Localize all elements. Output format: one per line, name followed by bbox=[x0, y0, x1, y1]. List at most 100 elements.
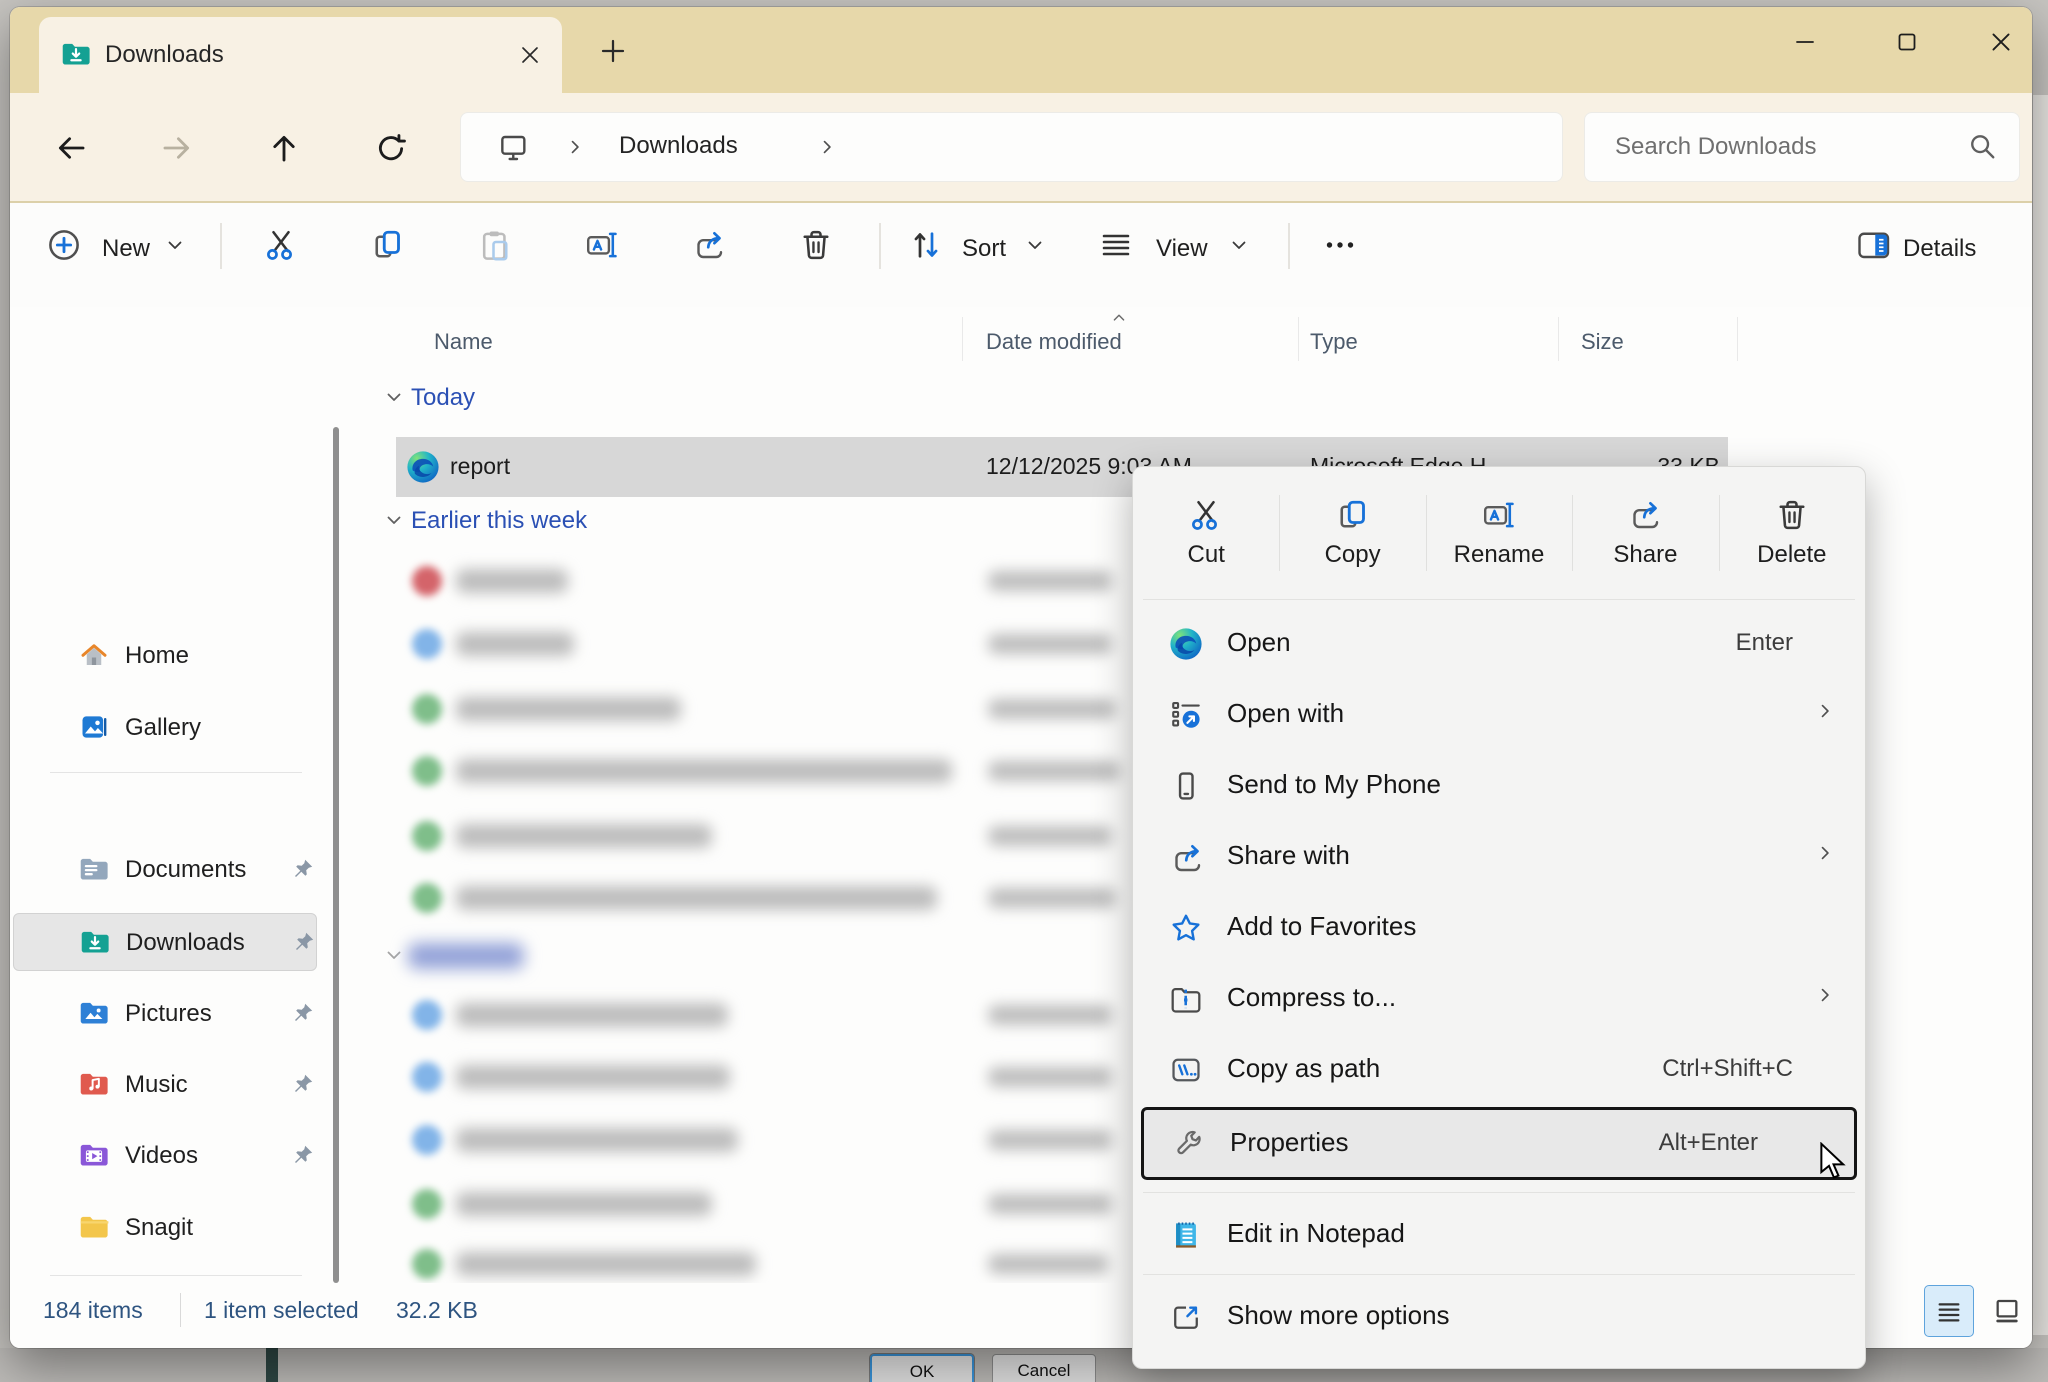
tab-close-icon[interactable] bbox=[514, 39, 546, 71]
group-collapse-chevron-icon[interactable] bbox=[382, 943, 406, 967]
view-button-icon[interactable] bbox=[1092, 221, 1140, 269]
sidebar-item-videos[interactable]: Videos bbox=[13, 1127, 317, 1185]
menu-item-copy-as-path[interactable]: Copy as path Ctrl+Shift+C bbox=[1133, 1034, 1865, 1105]
file-date-blurred bbox=[988, 699, 1116, 719]
sidebar-item-pictures[interactable]: Pictures bbox=[13, 985, 317, 1043]
menu-item-share-with[interactable]: Share with bbox=[1133, 821, 1865, 892]
delete-button[interactable] bbox=[792, 221, 840, 269]
refresh-button[interactable] bbox=[368, 125, 414, 171]
search-icon[interactable] bbox=[1967, 131, 1997, 161]
column-separator[interactable] bbox=[1298, 317, 1299, 361]
up-button[interactable] bbox=[261, 125, 307, 171]
menu-item-show-more-options[interactable]: Show more options bbox=[1133, 1281, 1865, 1352]
minimize-button[interactable] bbox=[1776, 21, 1834, 63]
column-header-date-modified[interactable]: Date modified bbox=[986, 329, 1122, 355]
sidebar-item-music[interactable]: Music bbox=[13, 1056, 317, 1114]
file-date-blurred bbox=[988, 1130, 1112, 1150]
sidebar-item-documents[interactable]: Documents bbox=[13, 841, 317, 899]
sidebar-item-label: Gallery bbox=[125, 714, 201, 742]
group-collapse-chevron-icon[interactable] bbox=[382, 385, 406, 409]
this-pc-icon[interactable] bbox=[497, 131, 529, 163]
menu-item-properties[interactable]: PropertiesAlt+Enter bbox=[1141, 1107, 1857, 1180]
sort-button[interactable]: Sort bbox=[962, 235, 1006, 263]
sort-dropdown-chevron-icon[interactable] bbox=[1018, 221, 1052, 269]
sidebar-item-home[interactable]: Home bbox=[13, 627, 317, 685]
scrollbar[interactable] bbox=[333, 427, 339, 1283]
address-bar[interactable]: Downloads bbox=[460, 112, 1563, 182]
cancel-button[interactable]: Cancel bbox=[992, 1354, 1096, 1382]
menu-quick-delete[interactable]: Delete bbox=[1719, 467, 1865, 599]
column-header-name[interactable]: Name bbox=[434, 329, 493, 355]
menu-item-send-to-my-phone[interactable]: Send to My Phone bbox=[1133, 750, 1865, 821]
share-button[interactable] bbox=[685, 221, 733, 269]
back-button[interactable] bbox=[48, 125, 94, 171]
group-header-last-week[interactable] bbox=[408, 943, 524, 969]
group-header-today[interactable]: Today bbox=[411, 384, 475, 412]
column-header-type[interactable]: Type bbox=[1310, 329, 1358, 355]
menu-item-shortcut: Ctrl+Shift+C bbox=[1662, 1055, 1793, 1083]
column-separator[interactable] bbox=[1737, 317, 1738, 361]
share-icon bbox=[1169, 840, 1205, 876]
sort-button-icon[interactable] bbox=[902, 221, 950, 269]
breadcrumb-chevron-icon[interactable] bbox=[565, 137, 585, 157]
menu-quick-label: Rename bbox=[1454, 541, 1545, 569]
details-pane-button[interactable]: Details bbox=[1903, 235, 1976, 263]
column-header-size[interactable]: Size bbox=[1581, 329, 1624, 355]
large-thumbnails-view-toggle[interactable] bbox=[1982, 1285, 2032, 1337]
menu-quick-rename[interactable]: Rename bbox=[1426, 467, 1572, 599]
rename-button[interactable] bbox=[578, 221, 626, 269]
search-input[interactable] bbox=[1613, 127, 1947, 167]
group-collapse-chevron-icon[interactable] bbox=[382, 508, 406, 532]
details-view-toggle[interactable] bbox=[1924, 1285, 1974, 1337]
new-tab-button[interactable] bbox=[595, 33, 631, 69]
menu-item-open-with[interactable]: Open with bbox=[1133, 679, 1865, 750]
copy-path-icon bbox=[1169, 1053, 1203, 1087]
sidebar-item-gallery[interactable]: Gallery bbox=[13, 699, 317, 757]
folder-pictures-icon bbox=[79, 998, 109, 1028]
sidebar-item-snagit[interactable]: Snagit bbox=[13, 1199, 317, 1257]
view-button[interactable]: View bbox=[1156, 235, 1208, 263]
new-dropdown-chevron-icon[interactable] bbox=[158, 221, 192, 269]
file-icon-blurred bbox=[412, 629, 442, 659]
pin-icon bbox=[291, 857, 315, 881]
menu-item-compress-to-[interactable]: Compress to... bbox=[1133, 963, 1865, 1034]
sidebar-item-downloads[interactable]: Downloads bbox=[13, 913, 317, 971]
menu-item-edit-in-notepad[interactable]: Edit in Notepad bbox=[1133, 1199, 1865, 1270]
maximize-button[interactable] bbox=[1878, 21, 1936, 63]
ok-button[interactable]: OK bbox=[870, 1354, 974, 1382]
menu-quick-share[interactable]: Share bbox=[1572, 467, 1718, 599]
see-more-button[interactable] bbox=[1316, 221, 1364, 269]
menu-item-label: Copy as path bbox=[1227, 1053, 1380, 1084]
menu-item-label: Share with bbox=[1227, 840, 1350, 871]
paste-button[interactable] bbox=[471, 221, 519, 269]
new-button-icon[interactable] bbox=[40, 221, 88, 269]
breadcrumb-chevron-icon[interactable] bbox=[817, 137, 837, 157]
cut-button[interactable] bbox=[257, 221, 305, 269]
breadcrumb-downloads[interactable]: Downloads bbox=[619, 132, 738, 160]
tab-downloads[interactable]: Downloads bbox=[39, 17, 562, 93]
file-icon-blurred bbox=[412, 1249, 442, 1279]
file-icon-blurred bbox=[412, 1189, 442, 1219]
menu-quick-copy[interactable]: Copy bbox=[1279, 467, 1425, 599]
column-separator[interactable] bbox=[962, 317, 963, 361]
forward-button[interactable] bbox=[154, 125, 200, 171]
menu-item-open[interactable]: OpenEnter bbox=[1133, 608, 1865, 679]
file-date-blurred bbox=[988, 888, 1116, 908]
menu-quick-cut[interactable]: Cut bbox=[1133, 467, 1279, 599]
tab-title: Downloads bbox=[105, 41, 224, 69]
copy-button[interactable] bbox=[364, 221, 412, 269]
new-button[interactable]: New bbox=[102, 235, 150, 263]
file-name-blurred bbox=[456, 886, 937, 910]
close-button[interactable] bbox=[1972, 21, 2030, 63]
column-separator[interactable] bbox=[1558, 317, 1559, 361]
menu-item-add-to-favorites[interactable]: Add to Favorites bbox=[1133, 892, 1865, 963]
file-name-blurred bbox=[456, 697, 681, 721]
gallery-icon bbox=[79, 712, 109, 742]
view-dropdown-chevron-icon[interactable] bbox=[1222, 221, 1256, 269]
edge-icon bbox=[1169, 627, 1203, 661]
file-name-blurred bbox=[456, 1128, 738, 1152]
search-box[interactable] bbox=[1584, 112, 2020, 182]
group-header-earlier-this-week[interactable]: Earlier this week bbox=[411, 507, 587, 535]
details-pane-icon[interactable] bbox=[1853, 221, 1893, 269]
file-icon-blurred bbox=[412, 1125, 442, 1155]
